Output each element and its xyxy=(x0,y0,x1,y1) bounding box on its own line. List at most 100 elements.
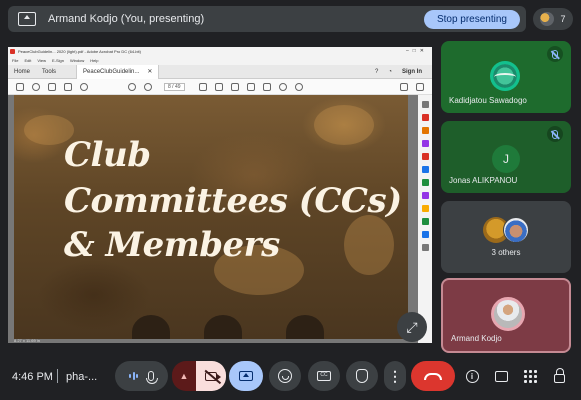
print-icon xyxy=(64,82,72,91)
export-pdf-icon xyxy=(421,114,429,121)
camera-toggle-button[interactable] xyxy=(196,361,226,391)
chat-button[interactable] xyxy=(493,368,509,384)
reactions-button[interactable] xyxy=(269,361,301,391)
meet-window: Armand Kodjo (You, presenting) Stop pres… xyxy=(0,0,581,400)
create-pdf-icon xyxy=(421,127,429,134)
participants-avatars-icon xyxy=(540,12,555,26)
menu-edit: Edit xyxy=(24,58,32,63)
sign-in-link: Sign In xyxy=(402,68,422,75)
photo-person xyxy=(132,315,170,339)
present-button[interactable] xyxy=(229,361,263,391)
microphone-button[interactable] xyxy=(115,361,168,391)
stop-presenting-button[interactable]: Stop presenting xyxy=(423,10,520,29)
participant-tile[interactable]: Kadidjatou Sawadogo xyxy=(441,41,571,113)
mail-icon xyxy=(400,82,408,91)
page-heading-line-3: & Members xyxy=(64,225,280,265)
bookmark-icon xyxy=(32,82,40,91)
scan-icon xyxy=(421,218,429,225)
help-icon: ? xyxy=(375,68,379,75)
fullscreen-button[interactable]: ⤢ xyxy=(397,312,427,342)
activities-button[interactable] xyxy=(522,368,538,384)
comment-tool-icon xyxy=(421,153,429,160)
meeting-code: pha-... xyxy=(66,371,98,383)
present-screen-icon xyxy=(18,12,36,26)
leave-call-button[interactable] xyxy=(411,361,455,391)
pdf-page: Club Committees (CCs) & Members xyxy=(14,95,408,339)
tab-tools: Tools xyxy=(42,68,57,75)
more-tools-icon xyxy=(416,82,424,91)
hand-tool-icon xyxy=(262,82,271,91)
next-page-icon xyxy=(144,82,152,91)
foliage-decoration xyxy=(314,105,374,145)
chevron-up-icon: ▲ xyxy=(179,371,189,381)
page-indicator: 8 / 49 xyxy=(164,82,185,91)
pointer-icon xyxy=(246,82,255,91)
muted-indicator xyxy=(547,126,563,142)
zoom-in-icon xyxy=(294,82,303,91)
find-icon xyxy=(80,82,88,91)
prev-page-icon xyxy=(128,82,136,91)
pdf-canvas: Club Committees (CCs) & Members 8.27 x 1… xyxy=(8,95,418,343)
captions-button[interactable]: CC xyxy=(308,361,340,391)
camera-options-button[interactable]: ▲ xyxy=(172,361,196,391)
muted-indicator xyxy=(547,46,563,62)
page-size-status: 8.27 x 11.69 in xyxy=(14,338,40,343)
lock-icon xyxy=(553,367,565,383)
mic-off-icon xyxy=(552,129,558,139)
acrobat-titlebar: PeaceClubGuidelin... 2020 (light).pdf - … xyxy=(8,47,432,56)
photo-person xyxy=(286,315,324,339)
acrobat-menubar: File Edit View E-Sign Window Help xyxy=(8,56,432,65)
mic-off-icon xyxy=(552,49,558,59)
participant-tile[interactable]: J Jonas ALIKPANOU xyxy=(441,121,571,193)
info-icon: i xyxy=(465,369,479,383)
raise-hand-button[interactable] xyxy=(346,361,378,391)
avatar xyxy=(490,61,520,91)
camera-off-icon xyxy=(205,371,221,381)
comment-icon xyxy=(198,82,207,91)
save-icon xyxy=(16,82,24,91)
foliage-decoration xyxy=(344,215,394,275)
meeting-time: 4:46 PM xyxy=(12,371,53,383)
menu-esign: E-Sign xyxy=(51,58,64,63)
acrobat-app-icon xyxy=(10,49,15,54)
window-controls: –□✕ xyxy=(406,48,428,54)
others-avatars xyxy=(483,217,529,243)
acrobat-toolbar: 8 / 49 xyxy=(8,79,432,95)
document-tab-label: PeaceClubGuidelin... xyxy=(83,68,140,75)
present-screen-icon xyxy=(239,371,253,381)
page-heading-line-1: Club xyxy=(64,135,151,175)
captions-icon: CC xyxy=(317,371,331,381)
edit-pdf-icon xyxy=(421,140,429,147)
page-heading-line-2: Committees (CCs) xyxy=(64,181,402,221)
avatar xyxy=(491,297,525,331)
emoji-icon xyxy=(278,369,292,383)
others-tile[interactable]: 3 others xyxy=(441,201,571,273)
presenting-title: Armand Kodjo (You, presenting) xyxy=(48,13,205,25)
self-tile[interactable]: Armand Kodjo xyxy=(441,278,571,353)
menu-view: View xyxy=(37,58,46,63)
people-count-button[interactable]: 7 xyxy=(533,8,573,30)
acrobat-tabbar: Home Tools PeaceClubGuidelin... ✕ ? ◔ Si… xyxy=(8,64,432,79)
people-count: 7 xyxy=(560,14,566,24)
host-controls-button[interactable] xyxy=(551,367,567,384)
highlight-icon xyxy=(230,82,239,91)
search-icon xyxy=(421,101,429,108)
others-label: 3 others xyxy=(491,248,521,257)
fill-sign-icon xyxy=(421,205,429,212)
upload-icon xyxy=(48,82,56,91)
more-tools-icon xyxy=(421,244,429,251)
participant-name: Jonas ALIKPANOU xyxy=(449,176,518,185)
share-icon xyxy=(421,231,429,238)
presenting-banner: Armand Kodjo (You, presenting) Stop pres… xyxy=(8,6,526,32)
meeting-details-button[interactable]: i xyxy=(464,368,480,384)
more-options-button[interactable]: ⋮ xyxy=(384,361,406,391)
divider xyxy=(57,369,58,383)
acrobat-account-area: ? ◔ Sign In xyxy=(375,69,432,75)
pen-icon xyxy=(214,82,223,91)
audio-level-icon xyxy=(129,372,138,380)
protect-icon xyxy=(421,192,429,199)
participant-name: Kadidjatou Sawadogo xyxy=(449,96,527,105)
menu-file: File xyxy=(12,58,19,63)
hang-up-icon xyxy=(424,372,442,380)
photo-person xyxy=(204,315,242,339)
